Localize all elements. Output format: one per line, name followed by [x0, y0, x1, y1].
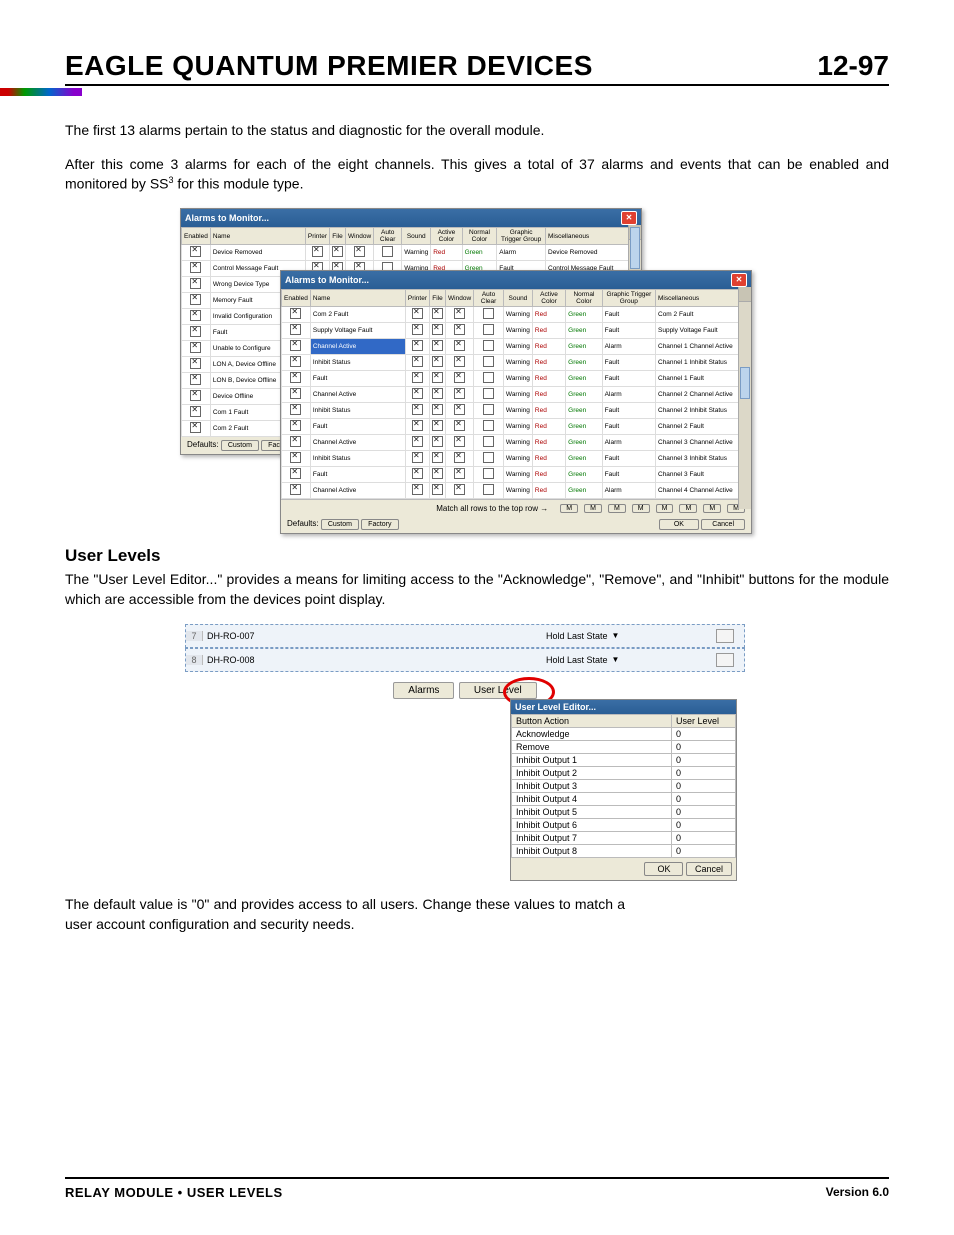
paragraph-3: The "User Level Editor..." provides a me…: [65, 570, 889, 609]
page-number: 12-97: [817, 50, 889, 82]
header-gradient: [0, 88, 82, 96]
table-row[interactable]: Inhibit Output 80: [512, 844, 736, 857]
table-row[interactable]: Channel Active Warning RedGreen AlarmCha…: [282, 387, 751, 403]
paragraph-4: The default value is "0" and provides ac…: [65, 894, 625, 935]
table-row[interactable]: Channel Active Warning RedGreen AlarmCha…: [282, 339, 751, 355]
match-column-button[interactable]: M: [656, 504, 674, 513]
table-row[interactable]: Device Removed Warning RedGreen AlarmDev…: [182, 245, 641, 261]
paragraph-2: After this come 3 alarms for each of the…: [65, 155, 889, 195]
table-row[interactable]: Inhibit Output 70: [512, 831, 736, 844]
device-row[interactable]: 7DH-RO-007 Hold Last State ▼: [185, 624, 745, 648]
match-column-button[interactable]: M: [584, 504, 602, 513]
device-row[interactable]: 8DH-RO-008 Hold Last State ▼: [185, 648, 745, 672]
table-row[interactable]: Channel Active Warning RedGreen AlarmCha…: [282, 483, 751, 499]
table-row[interactable]: Com 2 Fault Warning RedGreen FaultCom 2 …: [282, 307, 751, 323]
table-row[interactable]: Remove0: [512, 740, 736, 753]
table-row[interactable]: Inhibit Output 40: [512, 792, 736, 805]
table-row[interactable]: Inhibit Status Warning RedGreen FaultCha…: [282, 403, 751, 419]
page-title: EAGLE QUANTUM PREMIER DEVICES: [65, 50, 593, 82]
match-column-button[interactable]: M: [679, 504, 697, 513]
footer-right: Version 6.0: [826, 1185, 889, 1200]
match-column-button[interactable]: M: [703, 504, 721, 513]
dialog-title: User Level Editor...: [511, 700, 736, 714]
userlevel-screenshots: 7DH-RO-007 Hold Last State ▼ 8DH-RO-008 …: [65, 624, 889, 884]
alarms-screenshots: Alarms to Monitor... ✕ EnabledName Print…: [65, 208, 889, 528]
custom-button[interactable]: Custom: [321, 519, 359, 530]
close-icon[interactable]: ✕: [621, 211, 637, 225]
table-row[interactable]: Inhibit Output 30: [512, 779, 736, 792]
user-level-table: Button ActionUser LevelAcknowledge0Remov…: [511, 714, 736, 858]
match-column-button[interactable]: M: [608, 504, 626, 513]
checkbox[interactable]: [716, 629, 734, 643]
table-row[interactable]: Fault Warning RedGreen FaultChannel 2 Fa…: [282, 419, 751, 435]
defaults-label: Defaults:: [287, 519, 319, 528]
match-rows-label: Match all rows to the top row →: [287, 504, 554, 513]
table-row[interactable]: Inhibit Status Warning RedGreen FaultCha…: [282, 355, 751, 371]
table-row[interactable]: Inhibit Output 10: [512, 753, 736, 766]
cancel-button[interactable]: Cancel: [686, 862, 732, 876]
table-row[interactable]: Inhibit Output 60: [512, 818, 736, 831]
alarms-tab[interactable]: Alarms: [393, 682, 454, 699]
custom-button[interactable]: Custom: [221, 440, 259, 451]
ok-button[interactable]: OK: [644, 862, 683, 876]
table-row[interactable]: Fault Warning RedGreen FaultChannel 1 Fa…: [282, 371, 751, 387]
table-row[interactable]: Inhibit Output 20: [512, 766, 736, 779]
scrollbar[interactable]: [738, 287, 751, 509]
dialog-title: Alarms to Monitor...: [285, 275, 369, 285]
table-row[interactable]: Channel Active Warning RedGreen AlarmCha…: [282, 435, 751, 451]
table-row[interactable]: Supply Voltage Fault Warning RedGreen Fa…: [282, 323, 751, 339]
checkbox[interactable]: [716, 653, 734, 667]
table-row[interactable]: Inhibit Output 50: [512, 805, 736, 818]
ok-button[interactable]: OK: [659, 519, 699, 530]
alarms-dialog-front: Alarms to Monitor... ✕ EnabledName Print…: [280, 270, 752, 534]
table-row[interactable]: Acknowledge0: [512, 727, 736, 740]
table-row[interactable]: Fault Warning RedGreen FaultChannel 3 Fa…: [282, 467, 751, 483]
dialog-title: Alarms to Monitor...: [185, 213, 269, 223]
user-level-editor: User Level Editor... Button ActionUser L…: [510, 699, 737, 881]
close-icon[interactable]: ✕: [731, 273, 747, 287]
match-column-button[interactable]: M: [632, 504, 650, 513]
cancel-button[interactable]: Cancel: [701, 519, 745, 530]
match-column-button[interactable]: M: [560, 504, 578, 513]
table-row[interactable]: Inhibit Status Warning RedGreen FaultCha…: [282, 451, 751, 467]
factory-button[interactable]: Factory: [361, 519, 398, 530]
footer-left: RELAY MODULE • USER LEVELS: [65, 1185, 283, 1200]
device-grid: 7DH-RO-007 Hold Last State ▼ 8DH-RO-008 …: [185, 624, 745, 699]
section-title: User Levels: [65, 546, 889, 566]
paragraph-1: The first 13 alarms pertain to the statu…: [65, 121, 889, 141]
alarms-table-front: EnabledName PrinterFileWindowAuto ClearS…: [281, 289, 751, 499]
defaults-label: Defaults:: [187, 440, 219, 449]
